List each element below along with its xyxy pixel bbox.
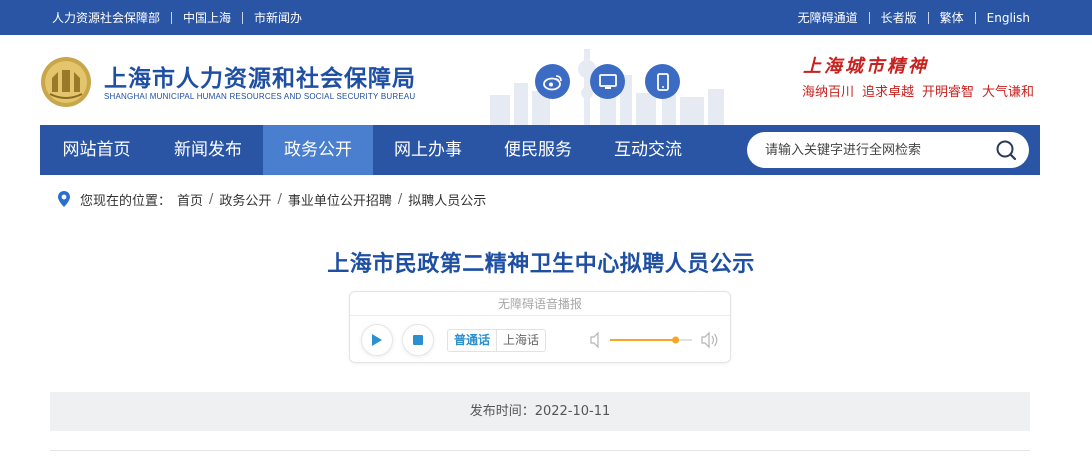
top-bar: 人力资源社会保障部 中国上海 市新闻办 无障碍通道 长者版 繁体 English <box>0 0 1092 35</box>
breadcrumb-label: 您现在的位置： <box>80 193 172 209</box>
city-spirit-word: 开明睿智 <box>922 85 975 100</box>
volume-high-icon <box>701 331 718 349</box>
breadcrumb-recruitment[interactable]: 事业单位公开招聘 <box>288 190 392 209</box>
divider <box>171 11 173 24</box>
pc-version-button[interactable] <box>590 64 625 99</box>
top-bar-right-links: 无障碍通道 长者版 繁体 English <box>798 0 1030 35</box>
weibo-button[interactable] <box>535 64 570 99</box>
site-header: 上海市人力资源和社会保障局 SHANGHAI MUNICIPAL HUMAN R… <box>0 35 1092 125</box>
stop-button[interactable] <box>402 324 434 356</box>
play-icon <box>372 334 382 346</box>
link-accessibility[interactable]: 无障碍通道 <box>798 9 858 26</box>
location-pin-icon <box>58 191 70 207</box>
city-spirit-title: 上海城市精神 <box>803 56 929 77</box>
divider <box>974 11 976 24</box>
city-spirit-word: 大气谦和 <box>982 85 1035 100</box>
link-china-shanghai[interactable]: 中国上海 <box>183 9 231 26</box>
main-nav: 网站首页 新闻发布 政务公开 网上办事 便民服务 互动交流 <box>40 125 1040 175</box>
volume-slider[interactable] <box>590 330 720 350</box>
dialect-option-mandarin[interactable]: 普通话 <box>448 330 498 351</box>
nav-tab-interaction[interactable]: 互动交流 <box>593 125 703 175</box>
publish-info-bar: 发布时间：2022-10-11 <box>50 392 1030 431</box>
stop-icon <box>413 335 423 345</box>
breadcrumb: 您现在的位置： 首页 / 政务公开 / 事业单位公开招聘 / 拟聘人员公示 <box>56 189 486 209</box>
divider <box>242 11 244 24</box>
link-english[interactable]: English <box>987 11 1030 25</box>
publish-time: 发布时间：2022-10-11 <box>469 404 611 419</box>
bureau-logo-icon[interactable] <box>40 56 92 108</box>
city-spirit-word: 海纳百川 <box>802 85 855 100</box>
divider <box>868 11 870 24</box>
monitor-icon <box>598 73 617 89</box>
article-title: 上海市民政第二精神卫生中心拟聘人员公示 <box>327 252 755 277</box>
nav-tab-government-affairs[interactable]: 政务公开 <box>263 125 373 175</box>
city-spirit-word: 追求卓越 <box>862 85 915 100</box>
search-box <box>747 132 1029 168</box>
breadcrumb-separator: / <box>277 191 282 207</box>
mobile-icon <box>656 72 669 91</box>
link-traditional-chinese[interactable]: 繁体 <box>940 9 964 26</box>
divider <box>50 450 1030 451</box>
mobile-version-button[interactable] <box>645 64 680 99</box>
breadcrumb-separator: / <box>209 191 214 207</box>
audio-player: 无障碍语音播报 普通话 上海话 <box>349 291 731 363</box>
dialect-option-shanghainese[interactable]: 上海话 <box>497 330 545 351</box>
search-input[interactable] <box>765 140 985 160</box>
nav-tab-online-services[interactable]: 网上办事 <box>373 125 483 175</box>
site-title[interactable]: 上海市人力资源和社会保障局 <box>104 59 416 93</box>
breadcrumb-separator: / <box>397 191 403 207</box>
play-button[interactable] <box>361 324 393 356</box>
weibo-icon <box>542 74 562 90</box>
nav-tab-public-services[interactable]: 便民服务 <box>483 125 593 175</box>
nav-tab-home[interactable]: 网站首页 <box>40 125 153 175</box>
link-mohrss[interactable]: 人力资源社会保障部 <box>52 9 160 26</box>
nav-tab-news[interactable]: 新闻发布 <box>153 125 263 175</box>
divider <box>927 11 929 24</box>
audio-player-title: 无障碍语音播报 <box>350 292 730 316</box>
volume-low-icon <box>590 331 599 349</box>
city-spirit-words: 海纳百川 追求卓越 开明睿智 大气谦和 <box>802 81 1042 100</box>
link-news-office[interactable]: 市新闻办 <box>254 9 302 26</box>
breadcrumb-government-affairs[interactable]: 政务公开 <box>219 190 271 209</box>
search-icon[interactable] <box>995 139 1017 161</box>
top-bar-left-links: 人力资源社会保障部 中国上海 市新闻办 <box>52 0 302 35</box>
link-elder-version[interactable]: 长者版 <box>881 9 917 26</box>
dialect-selector: 普通话 上海话 <box>447 329 547 352</box>
breadcrumb-home[interactable]: 首页 <box>177 190 203 209</box>
breadcrumb-current[interactable]: 拟聘人员公示 <box>408 190 486 209</box>
site-subtitle: SHANGHAI MUNICIPAL HUMAN RESOURCES AND S… <box>104 92 416 101</box>
